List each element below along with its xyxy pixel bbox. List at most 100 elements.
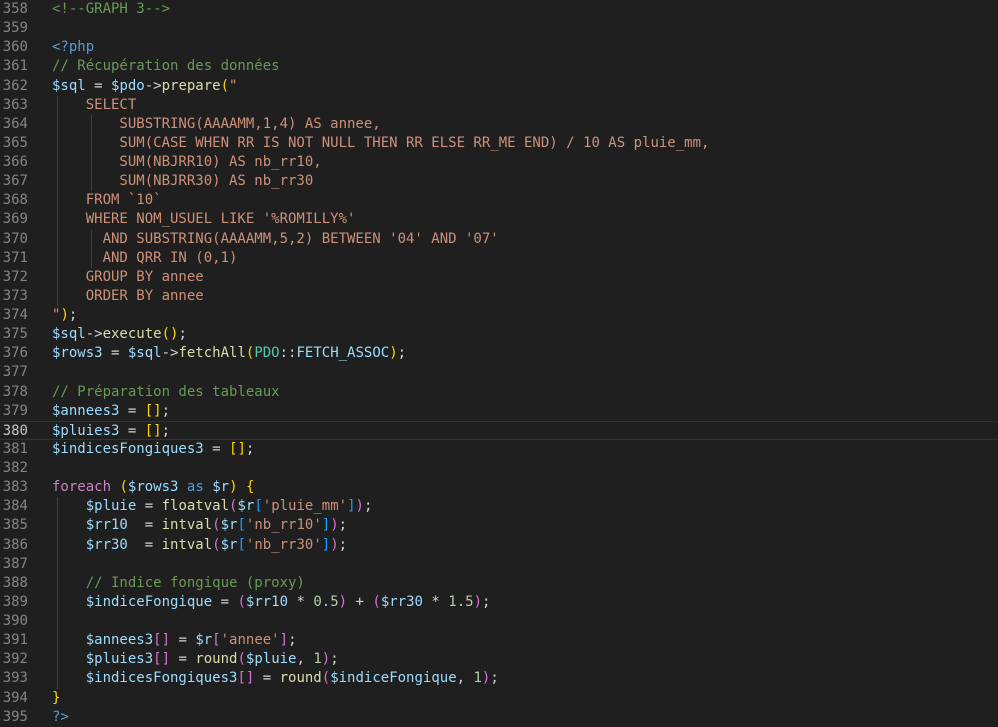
code-line-content: $pluies3 = []; — [52, 422, 170, 439]
code-token: SUBSTRING(AAAAMM,1,4) AS annee, — [52, 116, 381, 132]
line-number[interactable]: 386 — [0, 536, 28, 555]
code-line[interactable]: 392 $pluies3[] = round($pluie, 1); — [0, 650, 998, 669]
line-number[interactable]: 383 — [0, 478, 28, 497]
code-token: :: — [280, 345, 297, 361]
line-number[interactable]: 378 — [0, 383, 28, 402]
code-token: = — [119, 423, 144, 439]
code-line[interactable]: 378// Préparation des tableaux — [0, 383, 998, 402]
code-line[interactable]: 389 $indiceFongique = ($rr10 * 0.5) + ($… — [0, 593, 998, 612]
code-line-content: $pluies3[] = round($pluie, 1); — [52, 650, 339, 669]
code-line-active[interactable]: 380 $pluies3 = []; — [0, 421, 998, 440]
code-line[interactable]: 367 SUM(NBJRR30) AS nb_rr30 — [0, 172, 998, 191]
code-line[interactable]: 385 $rr10 = intval($r['nb_rr10']); — [0, 516, 998, 535]
code-line[interactable]: 363 SELECT — [0, 96, 998, 115]
line-number[interactable]: 389 — [0, 593, 28, 612]
code-token: ) — [60, 307, 68, 323]
line-number[interactable]: 360 — [0, 38, 28, 57]
indent-guide — [57, 191, 58, 210]
line-number[interactable]: 387 — [0, 555, 28, 574]
line-number[interactable]: 373 — [0, 287, 28, 306]
line-number[interactable]: 394 — [0, 689, 28, 708]
code-line[interactable]: 359 — [0, 19, 998, 38]
code-line[interactable]: 371 AND QRR IN (0,1) — [0, 249, 998, 268]
code-token: ( — [322, 670, 330, 686]
line-number[interactable]: 364 — [0, 115, 28, 134]
code-token: 'annee' — [221, 632, 280, 648]
code-line[interactable]: 384 $pluie = floatval($r['pluie_mm']); — [0, 497, 998, 516]
code-line[interactable]: 375$sql->execute(); — [0, 325, 998, 344]
line-number[interactable]: 370 — [0, 230, 28, 249]
line-number[interactable]: 358 — [0, 0, 28, 19]
line-number[interactable]: 384 — [0, 497, 28, 516]
line-number[interactable]: 395 — [0, 708, 28, 727]
code-line[interactable]: 377 — [0, 363, 998, 382]
line-number[interactable]: 366 — [0, 153, 28, 172]
line-number[interactable]: 391 — [0, 631, 28, 650]
line-number[interactable]: 392 — [0, 650, 28, 669]
code-line[interactable]: 381$indicesFongiques3 = []; — [0, 440, 998, 459]
code-line-content: $rr10 = intval($r['nb_rr10']); — [52, 516, 347, 535]
line-number[interactable]: 372 — [0, 268, 28, 287]
code-line-content: foreach ($rows3 as $r) { — [52, 478, 254, 497]
code-line[interactable]: 374"); — [0, 306, 998, 325]
code-token: $r — [237, 498, 254, 514]
code-token: -> — [162, 345, 179, 361]
line-number[interactable]: 380 — [0, 422, 28, 439]
code-token: intval — [162, 537, 213, 553]
line-number[interactable]: 382 — [0, 459, 28, 478]
line-number[interactable]: 371 — [0, 249, 28, 268]
line-number[interactable]: 363 — [0, 96, 28, 115]
code-line[interactable]: 390 — [0, 612, 998, 631]
code-line[interactable]: 394} — [0, 689, 998, 708]
indent-guide — [57, 210, 58, 229]
code-line[interactable]: 370 AND SUBSTRING(AAAAMM,5,2) BETWEEN '0… — [0, 230, 998, 249]
code-line[interactable]: 391 $annees3[] = $r['annee']; — [0, 631, 998, 650]
code-line[interactable]: 373 ORDER BY annee — [0, 287, 998, 306]
code-line[interactable]: 383 foreach ($rows3 as $r) { — [0, 478, 998, 497]
code-token: 1 — [473, 670, 481, 686]
line-number[interactable]: 393 — [0, 669, 28, 688]
line-number[interactable]: 367 — [0, 172, 28, 191]
line-number[interactable]: 361 — [0, 57, 28, 76]
code-line[interactable]: 393 $indicesFongiques3[] = round($indice… — [0, 669, 998, 688]
code-line[interactable]: 379$annees3 = []; — [0, 402, 998, 421]
line-number[interactable]: 390 — [0, 612, 28, 631]
indent-guide — [91, 134, 92, 153]
code-line[interactable]: 364 SUBSTRING(AAAAMM,1,4) AS annee, — [0, 115, 998, 134]
code-line[interactable]: 368 FROM `10` — [0, 191, 998, 210]
code-line[interactable]: 376$rows3 = $sql->fetchAll(PDO::FETCH_AS… — [0, 344, 998, 363]
line-number[interactable]: 369 — [0, 210, 28, 229]
line-number[interactable]: 375 — [0, 325, 28, 344]
code-line[interactable]: 387 — [0, 555, 998, 574]
line-number[interactable]: 365 — [0, 134, 28, 153]
code-token: $r — [212, 479, 229, 495]
code-line[interactable]: 361// Récupération des données — [0, 57, 998, 76]
code-line[interactable]: 388 // Indice fongique (proxy) — [0, 574, 998, 593]
code-editor[interactable]: 358<!--GRAPH 3-->359360<?php361// Récupé… — [0, 0, 998, 727]
line-number[interactable]: 388 — [0, 574, 28, 593]
code-line-content: SELECT — [52, 96, 136, 115]
code-line[interactable]: 395?> — [0, 708, 998, 727]
line-number[interactable]: 377 — [0, 363, 28, 382]
code-token: $sql — [128, 345, 162, 361]
line-number[interactable]: 385 — [0, 516, 28, 535]
code-line[interactable]: 369 WHERE NOM_USUEL LIKE '%ROMILLY%' — [0, 210, 998, 229]
code-token: $rows3 — [52, 345, 103, 361]
code-line[interactable]: 360<?php — [0, 38, 998, 57]
code-line[interactable]: 366 SUM(NBJRR10) AS nb_rr10, — [0, 153, 998, 172]
line-number[interactable]: 359 — [0, 19, 28, 38]
code-line[interactable]: 382 — [0, 459, 998, 478]
line-number[interactable]: 381 — [0, 440, 28, 459]
code-line[interactable]: 362$sql = $pdo->prepare(" — [0, 77, 998, 96]
code-token: * — [288, 594, 313, 610]
code-line[interactable]: 358<!--GRAPH 3--> — [0, 0, 998, 19]
line-number[interactable]: 368 — [0, 191, 28, 210]
line-number[interactable]: 379 — [0, 402, 28, 421]
code-token: = — [170, 632, 195, 648]
code-line[interactable]: 386 $rr30 = intval($r['nb_rr30']); — [0, 536, 998, 555]
line-number[interactable]: 376 — [0, 344, 28, 363]
code-line[interactable]: 365 SUM(CASE WHEN RR IS NOT NULL THEN RR… — [0, 134, 998, 153]
line-number[interactable]: 362 — [0, 77, 28, 96]
code-line[interactable]: 372 GROUP BY annee — [0, 268, 998, 287]
line-number[interactable]: 374 — [0, 306, 28, 325]
